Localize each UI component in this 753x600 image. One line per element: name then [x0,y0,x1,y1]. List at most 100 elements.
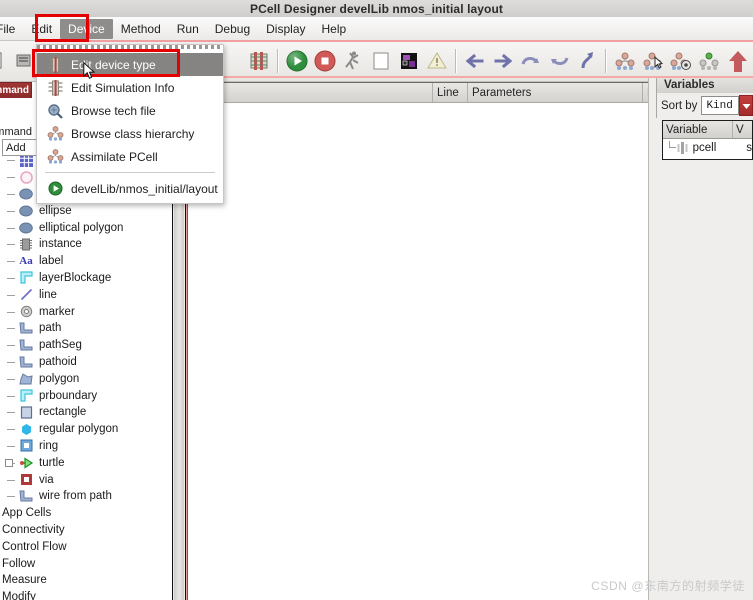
column-header-line[interactable]: Line [433,83,468,102]
tree-item-pathseg[interactable]: pathSeg [0,337,172,354]
menu-device-label: Device [68,21,105,36]
tree-item-prboundary[interactable]: prboundary [0,387,172,404]
tree-twig [4,337,18,353]
tree-item-ellipse[interactable]: ellipse [0,202,172,219]
group-icon [613,49,637,73]
sort-by-select[interactable]: Kind [701,96,739,115]
toolbar-back-button[interactable] [463,48,487,74]
tree-item-rectangle[interactable]: rectangle [0,404,172,421]
tree-item-polygon[interactable]: polygon [0,370,172,387]
tree-item-regular-polygon[interactable]: regular polygon [0,421,172,438]
variables-column-variable[interactable]: Variable [663,121,733,138]
toolbar-group-settings-button[interactable] [669,48,693,74]
tree-item-label: label [39,255,64,268]
menu-device[interactable]: Device [60,18,113,39]
tree-item-path[interactable]: path [0,320,172,337]
menu-item-edit-simulation-info[interactable]: Edit Simulation Info [37,76,223,99]
title-bar: PCell Designer develLib nmos_initial lay… [0,0,753,18]
panel-divider [648,76,649,600]
toolbar-stop-button[interactable] [313,48,337,74]
category-app-cells[interactable]: App Cells [0,505,172,522]
tree-item-pathoid[interactable]: pathoid [0,354,172,371]
menu-item-browse-class-hierarchy[interactable]: Browse class hierarchy [37,122,223,145]
sort-direction-button[interactable] [739,95,753,116]
variables-column-value[interactable]: V [733,121,752,138]
category-modify[interactable]: Modify [0,589,172,600]
toolbar-open-button[interactable] [12,48,36,74]
toolbar-group-green-button[interactable] [697,48,721,74]
category-measure[interactable]: Measure [0,572,172,589]
toolbar-group-button[interactable] [613,48,637,74]
category-follow[interactable]: Follow [0,555,172,572]
tree-item-line[interactable]: line [0,286,172,303]
tree-item-label: wire from path [39,490,112,503]
toolbar-new-button[interactable] [0,48,8,74]
up-arrow-icon [725,48,751,74]
tree-twig [4,304,18,320]
tree-item-instance[interactable]: instance [0,236,172,253]
via-icon [18,473,34,487]
tree-twig-expand[interactable] [4,455,18,471]
hierarchy-icon [45,148,65,166]
toolbar-up-arrow-button[interactable] [725,48,751,74]
toolbar-redo-button[interactable] [547,48,571,74]
command-tab[interactable]: Command [0,82,32,98]
menu-item-assimilate-pcell[interactable]: Assimilate PCell [37,145,223,168]
tree-item-label: polygon [39,372,80,385]
tree-item-marker[interactable]: marker [0,303,172,320]
menu-debug[interactable]: Debug [207,19,258,39]
menu-edit[interactable]: Edit [23,19,60,39]
menu-item-devellib-nmos-initial-layout[interactable]: develLib/nmos_initial/layout [37,177,223,200]
menu-item-edit-device-type[interactable]: Edit device type [37,53,223,76]
toolbar-group-select-button[interactable] [641,48,665,74]
menu-run[interactable]: Run [169,19,207,39]
toolbar-warning-button[interactable] [425,48,449,74]
menu-item-label: develLib/nmos_initial/layout [71,181,218,196]
menu-help[interactable]: Help [314,19,355,39]
toolbar-run-button[interactable] [285,48,309,74]
pcell-stack-icon [247,49,271,73]
menu-tearoff-handle[interactable] [37,45,223,49]
path-icon [18,321,34,335]
tree-item-label[interactable]: Aa label [0,253,172,270]
tree-item-via[interactable]: via [0,471,172,488]
menu-help-label: Help [321,21,347,36]
toolbar-forward-button[interactable] [491,48,515,74]
tree-item-wire-from-path[interactable]: wire from path [0,488,172,505]
toolbar-step-into-button[interactable] [575,48,599,74]
tree-item-label: layerBlockage [39,271,112,284]
tree-item-ring[interactable]: ring [0,438,172,455]
variables-column-value-label: V [736,123,744,136]
tree-twig [4,371,18,387]
tree-item-label: regular polygon [39,423,119,436]
sort-by-label: Sort by [661,99,698,112]
tree-item-turtle[interactable]: turtle [0,454,172,471]
column-header-parameters[interactable]: Parameters [468,83,643,102]
toolbar-pcell-stack-button[interactable] [247,48,271,74]
line-icon [18,288,34,302]
tree-item-elliptical-polygon[interactable]: elliptical polygon [0,219,172,236]
table-row[interactable]: pcell s [663,139,752,157]
tree-twig [4,253,18,269]
menu-separator [45,172,215,173]
column-header-parameters-label: Parameters [472,86,532,99]
toolbar-undo-button[interactable] [519,48,543,74]
toolbar-layout-window-button[interactable] [397,48,421,74]
variables-table: Variable V pcell s [662,120,753,160]
toolbar-step-button[interactable] [341,48,365,74]
menu-bar: File Edit Device Method Run Debug Displa… [0,17,753,41]
tree-item-layerblockage[interactable]: layerBlockage [0,270,172,287]
menu-item-browse-tech-file[interactable]: Browse tech file [37,99,223,122]
tree-item-label: path [39,322,62,335]
column-header-command[interactable]: Command [188,83,433,102]
column-header-line-label: Line [437,86,459,99]
menu-file[interactable]: File [0,19,23,39]
ellipse-icon [18,204,34,218]
menu-display[interactable]: Display [258,19,313,39]
category-connectivity[interactable]: Connectivity [0,522,172,539]
menu-item-label: Edit Simulation Info [71,80,175,95]
add-button[interactable]: Add [2,139,38,156]
category-control-flow[interactable]: Control Flow [0,538,172,555]
menu-method[interactable]: Method [113,19,169,39]
toolbar-blank-page-button[interactable] [369,48,393,74]
